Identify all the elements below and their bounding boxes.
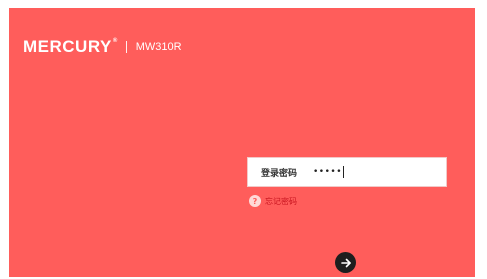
- brand-header: MERCURY® MW310R: [23, 38, 182, 55]
- model-name: MW310R: [135, 40, 182, 53]
- arrow-right-icon: [340, 258, 351, 267]
- login-submit-button[interactable]: [335, 252, 356, 273]
- mercury-logo: MERCURY®: [23, 38, 118, 55]
- password-masked-value: •••••: [313, 167, 343, 177]
- password-field[interactable]: 登录密码 •••••: [247, 157, 447, 187]
- password-input[interactable]: •••••: [313, 166, 345, 178]
- forgot-password-text: 忘记密码: [265, 196, 297, 206]
- text-caret: [343, 166, 345, 178]
- password-label: 登录密码: [261, 168, 298, 179]
- login-panel: MERCURY® MW310R: [9, 8, 475, 277]
- logo-text: MERCURY: [23, 37, 112, 56]
- logo-trademark: ®: [112, 38, 118, 44]
- question-icon: ?: [249, 195, 261, 207]
- forgot-password-link[interactable]: ? 忘记密码: [249, 195, 297, 207]
- brand-divider: [125, 40, 127, 53]
